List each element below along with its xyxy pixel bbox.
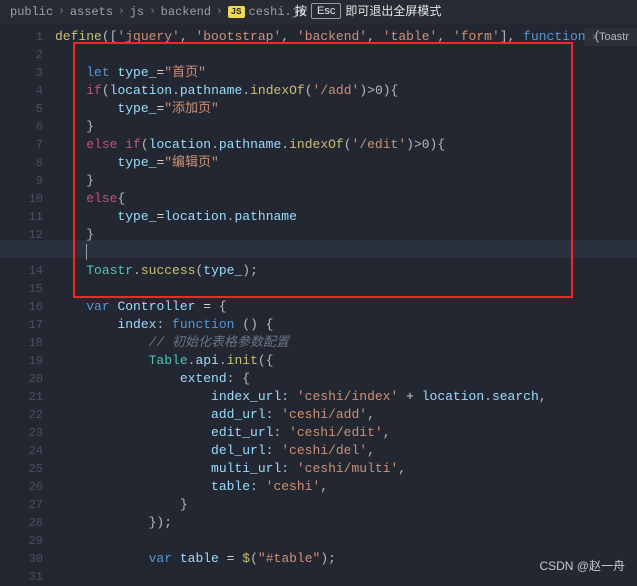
line-number: 29 — [0, 532, 43, 550]
line-number: 22 — [0, 406, 43, 424]
line-number: 16 — [0, 298, 43, 316]
line-number: 10 — [0, 190, 43, 208]
line-number: 24 — [0, 442, 43, 460]
line-number: 26 — [0, 478, 43, 496]
line-gutter: 1234567891011121314151617181920212223242… — [0, 24, 55, 580]
line-number: 9 — [0, 172, 43, 190]
cursor — [86, 244, 87, 260]
code-editor[interactable]: 1234567891011121314151617181920212223242… — [0, 24, 637, 580]
fullscreen-hint: 按 Esc 即可退出全屏模式 — [295, 2, 441, 19]
line-number: 28 — [0, 514, 43, 532]
crumb-public[interactable]: public — [10, 5, 53, 19]
line-number: 19 — [0, 352, 43, 370]
crumb-js[interactable]: js — [130, 5, 144, 19]
line-number: 6 — [0, 118, 43, 136]
esc-key-icon: Esc — [311, 3, 341, 19]
chevron-icon: › — [58, 6, 65, 18]
line-number: 1 — [0, 28, 43, 46]
line-number: 11 — [0, 208, 43, 226]
line-number: 23 — [0, 424, 43, 442]
line-number: 4 — [0, 82, 43, 100]
chevron-icon: › — [118, 6, 125, 18]
code-area[interactable]: define(['jquery', 'bootstrap', 'backend'… — [55, 24, 637, 580]
line-number: 15 — [0, 280, 43, 298]
line-number: 31 — [0, 568, 43, 586]
line-number: 8 — [0, 154, 43, 172]
line-number: 17 — [0, 316, 43, 334]
line-number: 21 — [0, 388, 43, 406]
line-number: 3 — [0, 64, 43, 82]
code-content: define(['jquery', 'bootstrap', 'backend'… — [55, 28, 637, 568]
line-number: 27 — [0, 496, 43, 514]
chevron-icon: › — [216, 6, 223, 18]
line-number: 7 — [0, 136, 43, 154]
crumb-backend[interactable]: backend — [161, 5, 211, 19]
js-icon: JS — [228, 6, 245, 18]
line-number: 30 — [0, 550, 43, 568]
line-number: 14 — [0, 262, 43, 280]
crumb-assets[interactable]: assets — [70, 5, 113, 19]
line-number: 20 — [0, 370, 43, 388]
line-number: 5 — [0, 100, 43, 118]
line-number: 25 — [0, 460, 43, 478]
line-number: 2 — [0, 46, 43, 64]
chevron-icon: › — [149, 6, 156, 18]
line-number: 18 — [0, 334, 43, 352]
